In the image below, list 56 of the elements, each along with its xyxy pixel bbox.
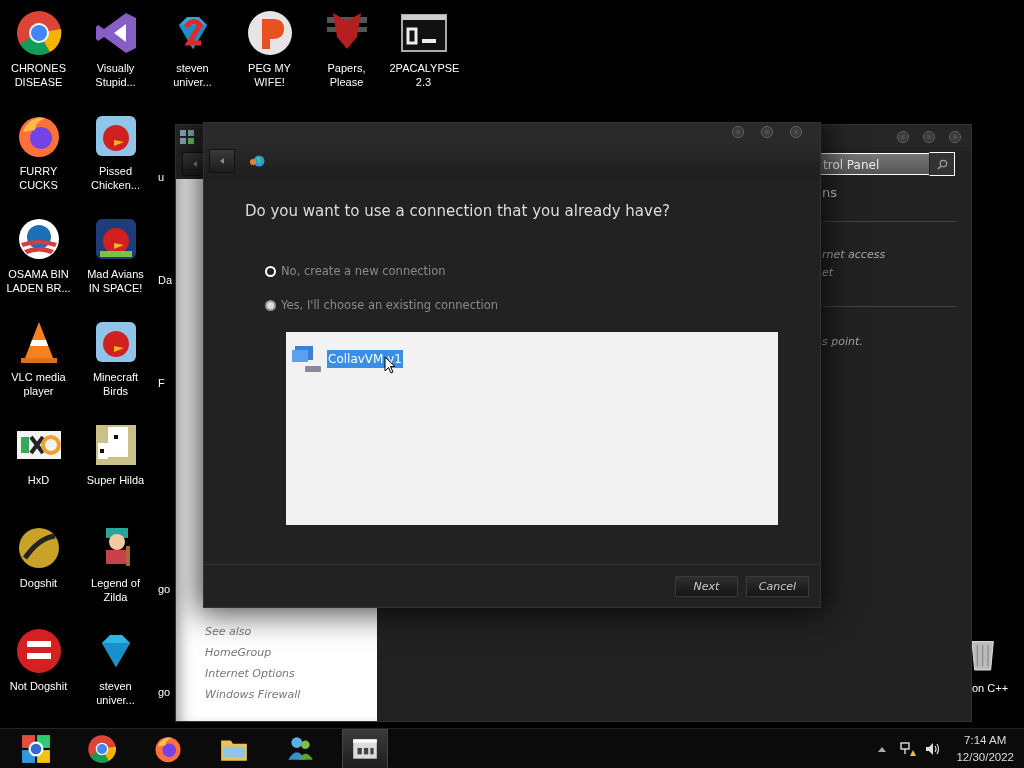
- shortcut-icon: [14, 627, 63, 675]
- desktop-shortcut[interactable]: steven univer...: [77, 623, 154, 726]
- taskbar-button[interactable]: [342, 728, 388, 768]
- minimize-button[interactable]: [897, 131, 909, 143]
- desktop-shortcut[interactable]: Visually Stupid...: [77, 5, 154, 108]
- see-also-link[interactable]: HomeGroup: [205, 645, 377, 661]
- back-icon: [218, 157, 226, 165]
- desktop-shortcut[interactable]: Pissed Chicken...: [77, 108, 154, 211]
- desktop-shortcut[interactable]: CHRONES DISEASE: [0, 5, 77, 108]
- note-text: s point.: [822, 334, 864, 350]
- desktop-shortcut[interactable]: Not Dogshit: [0, 623, 77, 726]
- globe-icon: [249, 153, 265, 169]
- dialog-question: Do you want to use a connection that you already have?: [245, 202, 672, 220]
- shortcut-icon: [14, 9, 63, 57]
- network-computer-icon: [291, 344, 323, 374]
- desktop-shortcut[interactable]: on C++: [972, 634, 1020, 695]
- desktop-shortcut[interactable]: Legend of Zilda: [77, 520, 154, 623]
- control-panel-icon: [179, 129, 195, 145]
- desktop-shortcut[interactable]: Minecraft Birds: [77, 314, 154, 417]
- shortcut-icon: [245, 9, 294, 57]
- radio-option[interactable]: No, create a new connection: [265, 262, 446, 280]
- close-button[interactable]: [949, 131, 961, 143]
- task-link[interactable]: rnet access: [822, 246, 971, 264]
- section-heading: ns: [822, 185, 838, 200]
- see-also-heading: See also: [205, 624, 253, 640]
- see-also-link[interactable]: Windows Firewall: [205, 687, 377, 703]
- desktop-shortcut[interactable]: steven univer...: [154, 5, 231, 108]
- desktop-shortcut[interactable]: PEG MY WIFE!: [231, 5, 308, 108]
- dialog-button[interactable]: Cancel: [746, 575, 809, 597]
- browser-icon: [87, 733, 117, 764]
- desktop-shortcut[interactable]: Super Hilda: [77, 417, 154, 520]
- start-icon: [21, 733, 51, 764]
- desktop-shortcut[interactable]: OSAMA BIN LADEN BR...: [0, 211, 77, 314]
- icon-label: go: [158, 582, 171, 596]
- clock[interactable]: 7:14 AM 12/30/2022: [948, 731, 1024, 766]
- desktop-shortcut[interactable]: HxD: [0, 417, 77, 520]
- see-also-link[interactable]: Internet Options: [205, 666, 377, 682]
- caret-icon[interactable]: [878, 745, 887, 752]
- icon-label: Da: [158, 273, 173, 287]
- icon-label: F: [158, 376, 165, 390]
- dialog-button[interactable]: Next: [675, 575, 738, 597]
- maximize-button[interactable]: [923, 131, 935, 143]
- task-link[interactable]: et: [822, 264, 971, 282]
- radio-option[interactable]: Yes, I'll choose an existing connection: [265, 296, 499, 314]
- icon-label: go: [158, 685, 171, 699]
- back-icon: [191, 160, 199, 168]
- desktop-shortcut[interactable]: VLC media player: [0, 314, 77, 417]
- search-button[interactable]: [929, 152, 955, 176]
- desktop-shortcut[interactable]: Dogshit: [0, 520, 77, 623]
- desktop-shortcut[interactable]: Mad Avians IN SPACE!: [77, 211, 154, 314]
- icon-label: u: [158, 170, 165, 184]
- search-icon: [936, 158, 948, 170]
- network-warning-icon[interactable]: [900, 740, 917, 757]
- desktop-shortcut[interactable]: FURRY CUCKS: [0, 108, 77, 211]
- desktop-shortcut[interactable]: 2PACALYPSE 2.3: [385, 5, 462, 108]
- desktop-shortcut[interactable]: Papers, Please: [308, 5, 385, 108]
